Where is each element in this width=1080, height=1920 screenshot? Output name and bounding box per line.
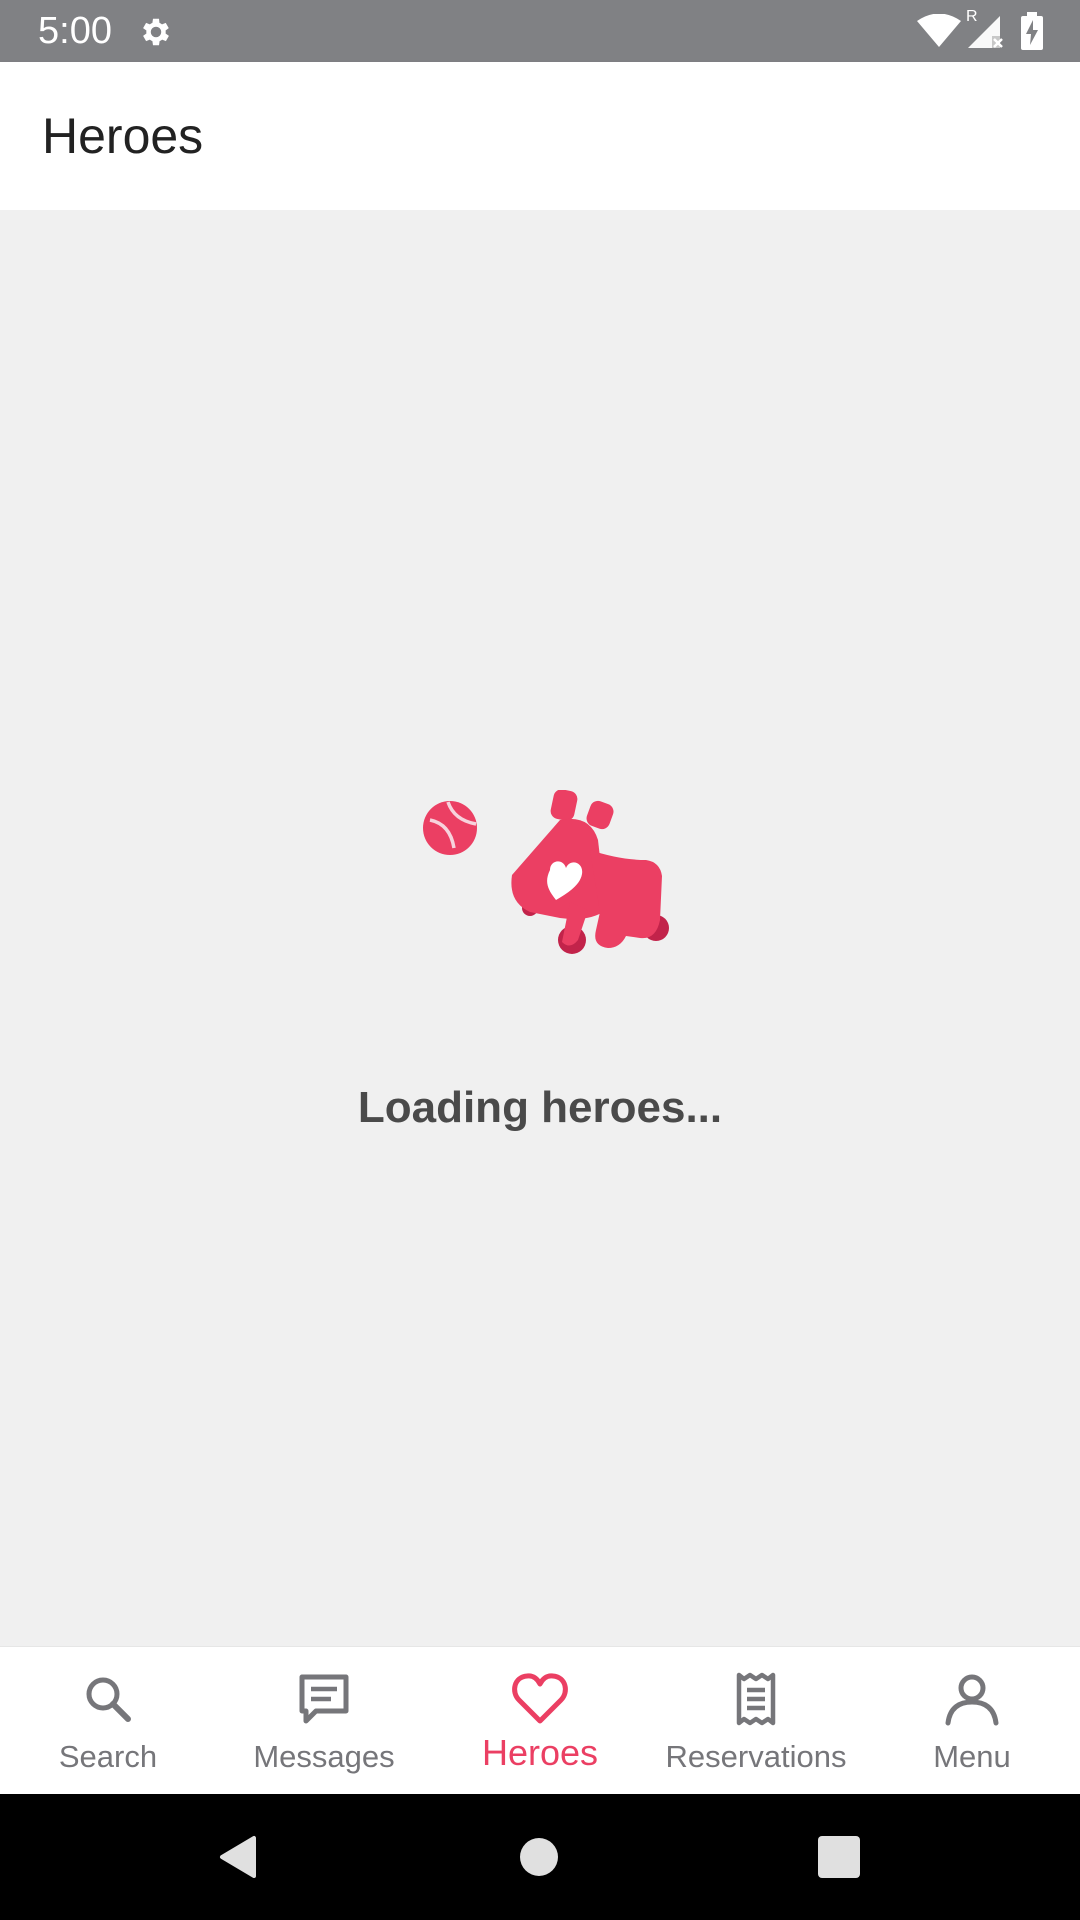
page-title: Heroes [42, 108, 204, 164]
message-icon [299, 1674, 349, 1724]
bottom-navigation: Search Messages Heroes Reservations Menu [0, 1646, 1080, 1795]
nav-item-heroes[interactable]: Heroes [432, 1647, 648, 1795]
ball-icon [423, 801, 477, 855]
nav-label-heroes: Heroes [481, 1732, 599, 1773]
dog-with-ball-illustration [423, 790, 669, 954]
main-content: Loading heroes... [0, 210, 1080, 1646]
home-icon[interactable] [514, 1832, 564, 1882]
nav-item-search[interactable]: Search [0, 1647, 216, 1795]
status-time: 5:00 [38, 10, 112, 52]
receipt-icon [736, 1672, 776, 1726]
system-navigation-bar [0, 1794, 1080, 1920]
nav-item-messages[interactable]: Messages [216, 1647, 432, 1795]
nav-label-menu: Menu [933, 1739, 1011, 1774]
dog-icon [511, 790, 669, 954]
signal-roaming-icon [968, 16, 1003, 48]
app-screen: 5:00 R Heroes Loading heroes... Search M… [0, 0, 1080, 1920]
heart-icon [512, 1673, 568, 1724]
nav-item-reservations[interactable]: Reservations [648, 1647, 864, 1795]
person-icon [945, 1674, 999, 1726]
nav-item-menu[interactable]: Menu [864, 1647, 1080, 1795]
gear-icon [143, 18, 169, 46]
nav-label-search: Search [58, 1739, 158, 1774]
status-bar: 5:00 R [0, 0, 1080, 62]
search-icon [86, 1677, 131, 1722]
wifi-icon [917, 14, 961, 47]
battery-charging-icon [1021, 12, 1043, 50]
back-icon[interactable] [214, 1832, 264, 1882]
recents-icon[interactable] [814, 1832, 864, 1882]
nav-label-reservations: Reservations [665, 1739, 847, 1774]
loading-message: Loading heroes... [357, 1083, 723, 1132]
app-bar: Heroes [0, 62, 1080, 210]
nav-label-messages: Messages [253, 1739, 395, 1774]
